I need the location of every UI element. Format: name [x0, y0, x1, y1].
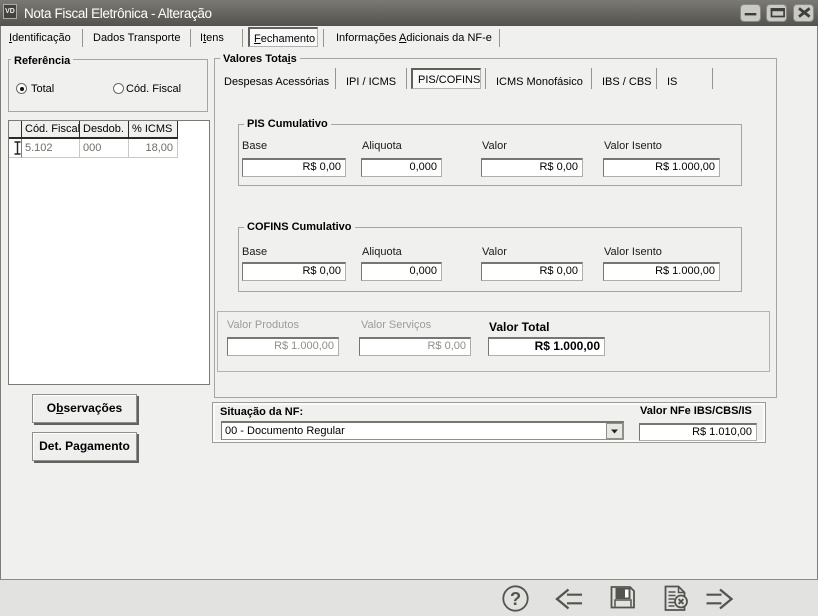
svg-text:?: ?	[510, 588, 521, 609]
